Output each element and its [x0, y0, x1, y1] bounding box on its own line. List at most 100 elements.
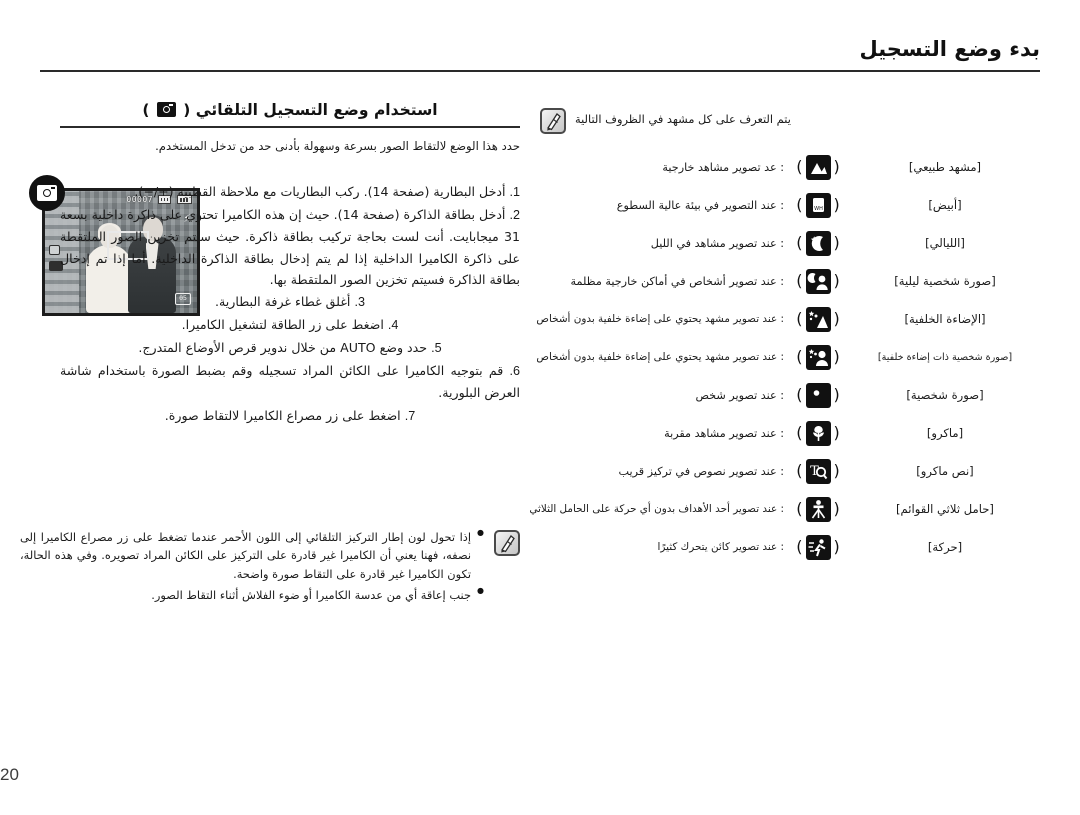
step-item-4: 4. اضغط على زر الطاقة لتشغيل الكاميرا. [60, 314, 520, 336]
scene-row: [حامل ثلاثي القوائم] ( ) : عند تصوير أحد… [529, 490, 1040, 528]
scene-name: [حركة] [927, 540, 963, 554]
scene-name: [صورة شخصية] [906, 388, 984, 402]
scene-desc: : عند تصوير مشهد يحتوي على إضاءة خلفية ب… [536, 351, 784, 363]
scene-row: [نص ماكرو] ( T ) : عند تصوير نصوص في ترك… [540, 452, 1040, 490]
scene-desc: : عند تصوير أحد الأهداف بدون أي حركة على… [529, 503, 784, 515]
tripod-icon [805, 496, 831, 522]
step-number: 7. [404, 408, 416, 423]
scene-name: [أبيض] [928, 198, 962, 212]
scene-name: [صورة شخصية ليلية] [894, 274, 996, 288]
step-item-1: 1. أدخل البطارية (صفحة 14). ركب البطاريا… [60, 181, 520, 203]
scene-icon-cell: ( ) [786, 154, 850, 180]
scene-name: [صورة شخصية ذات إضاءة خلفية] [877, 351, 1013, 363]
landscape-icon [805, 154, 831, 180]
paren-close: ) [796, 499, 803, 518]
paren-open: ( [833, 461, 840, 480]
scene-row: [الإضاءة الخلفية] ( ) : عند تصوير مشهد ي… [536, 300, 1040, 338]
step-number: 5. [431, 341, 442, 356]
action-icon [805, 534, 831, 560]
step-text: قم بتوجيه الكاميرا على الكائن المراد تسج… [60, 363, 520, 401]
scene-icon-cell: ( ) [786, 268, 850, 294]
scene-icon-cell: ( WH ) [786, 192, 850, 218]
scene-recognition-section: يتم التعرف على كل مشهد في الظروف التالية… [529, 106, 1040, 566]
step-item-3: 3. أغلق غطاء غرفة البطارية. [60, 291, 520, 313]
scene-icon-cell: ( ) [786, 496, 850, 522]
paren-close: ) [796, 461, 803, 480]
scene-name: [ماكرو] [926, 426, 964, 440]
paren-open: ( [833, 385, 840, 404]
step-text: اضغط على زر الطاقة لتشغيل الكاميرا. [181, 317, 384, 333]
paren-open: ( [833, 271, 840, 290]
macro-flower-icon [805, 420, 831, 446]
paren-open: ( [833, 423, 840, 442]
night-icon [805, 230, 831, 256]
image-size-icon [49, 245, 60, 255]
scene-desc: : عند تصوير أشخاص في أماكن خارجية مظلمة [570, 274, 785, 288]
scene-icon-cell: ( ) [786, 344, 850, 370]
scene-desc: : عند تصوير مشاهد مقربة [664, 426, 784, 440]
note-bullet-1: إذا تحول لون إطار التركيز التلقائي إلى ا… [20, 527, 484, 583]
paren-open: ( [833, 537, 840, 556]
paren-close: ) [796, 423, 803, 442]
paren-close: ) [796, 537, 803, 556]
scene-intro-text: يتم التعرف على كل مشهد في الظروف التالية [575, 112, 791, 126]
scene-row: [ماكرو] ( ) : عند تصوير مشاهد مقربة [540, 414, 1040, 452]
subheading-divider [60, 126, 520, 128]
step-number: 4. [387, 318, 399, 333]
paren-close: ) [796, 347, 803, 366]
scene-row: [حركة] ( ) : عند تصوير كائن يتحرك كثيرًا [540, 528, 1040, 566]
svg-text:T: T [810, 464, 819, 479]
paren-close: ) [796, 157, 803, 176]
step-number: 3. [354, 294, 365, 309]
paren-open: ( [833, 195, 840, 214]
header-divider [40, 70, 1040, 72]
scene-row: [مشهد طبيعي] ( ) : عد تصوير مشاهد خارجية [540, 148, 1040, 186]
step-item-6: 6. قم بتوجيه الكاميرا على الكائن المراد … [60, 360, 520, 403]
step-number: 2. [509, 208, 520, 223]
white-balance-icon: WH [805, 192, 831, 218]
portrait-icon [805, 382, 831, 408]
scene-row: [صورة شخصية] ( ) : عند تصوير شخص [540, 376, 1040, 414]
paren-close: ) [796, 233, 803, 252]
scene-desc: : عد تصوير مشاهد خارجية [662, 160, 784, 174]
scene-intro-row: يتم التعرف على كل مشهد في الظروف التالية [540, 106, 1040, 134]
scene-desc: : عند تصوير مشهد يحتوي على إضاءة خلفية ب… [536, 313, 784, 325]
scene-name: [الإضاءة الخلفية] [904, 312, 986, 326]
subheading-text-before: استخدام وضع التسجيل التلقائي ( [177, 101, 438, 119]
step-text: أدخل البطارية (صفحة 14). ركب البطاريات م… [134, 184, 506, 200]
paren-open: ( [833, 309, 840, 328]
subheading-text-after: ) [142, 101, 155, 119]
page-footer: 20 [0, 765, 1040, 785]
hand-note-icon [494, 530, 520, 556]
scene-name: [حامل ثلاثي القوائم] [896, 502, 994, 516]
scene-icon-cell: ( ) [786, 306, 850, 332]
svg-text:WH: WH [814, 206, 823, 212]
backlight-portrait-icon [805, 344, 831, 370]
step-item-5: 5. حدد وضع AUTO من خلال ندوير قرص الأوضا… [60, 337, 520, 359]
steps-list: 1. أدخل البطارية (صفحة 14). ركب البطاريا… [60, 181, 520, 427]
scene-icon-cell: ( ) [786, 420, 850, 446]
section-subheading-wrap: استخدام وضع التسجيل التلقائي ( ) [60, 100, 520, 128]
camera-auto-mode-icon [156, 102, 176, 117]
note-bullet-list: إذا تحول لون إطار التركيز التلقائي إلى ا… [20, 527, 484, 605]
scene-icon-cell: ( T ) [786, 458, 850, 484]
step-text: أدخل بطاقة الذاكرة (صفحة 14). حيث إن هذه… [60, 207, 520, 287]
scene-desc: : عند تصوير كائن يتحرك كثيرًا [657, 541, 784, 553]
page-number: 20 [0, 765, 19, 784]
step-number: 1. [509, 185, 520, 200]
scene-desc: : عند تصوير شخص [695, 388, 784, 402]
scene-icon-cell: ( ) [786, 382, 850, 408]
section-subheading: استخدام وضع التسجيل التلقائي ( ) [60, 100, 520, 122]
backlight-icon [805, 306, 831, 332]
scene-desc: : عند تصوير نصوص في تركيز قريب [618, 464, 785, 478]
step-text: اضغط على زر مصراع الكاميرا لالتقاط صورة. [164, 407, 401, 423]
scene-icon-cell: ( ) [786, 230, 850, 256]
scene-row: [صورة شخصية ليلية] ( ) : عند تصوير أشخاص… [540, 262, 1040, 300]
hand-note-icon [540, 108, 566, 134]
paren-open: ( [833, 233, 840, 252]
auto-recording-section: استخدام وضع التسجيل التلقائي ( ) حدد هذا… [60, 100, 520, 428]
paren-close: ) [796, 385, 803, 404]
step-text: حدد وضع AUTO من خلال ندوير قرص الأوضاع ا… [138, 340, 428, 356]
paren-close: ) [796, 271, 803, 290]
scene-name: [مشهد طبيعي] [908, 160, 982, 174]
